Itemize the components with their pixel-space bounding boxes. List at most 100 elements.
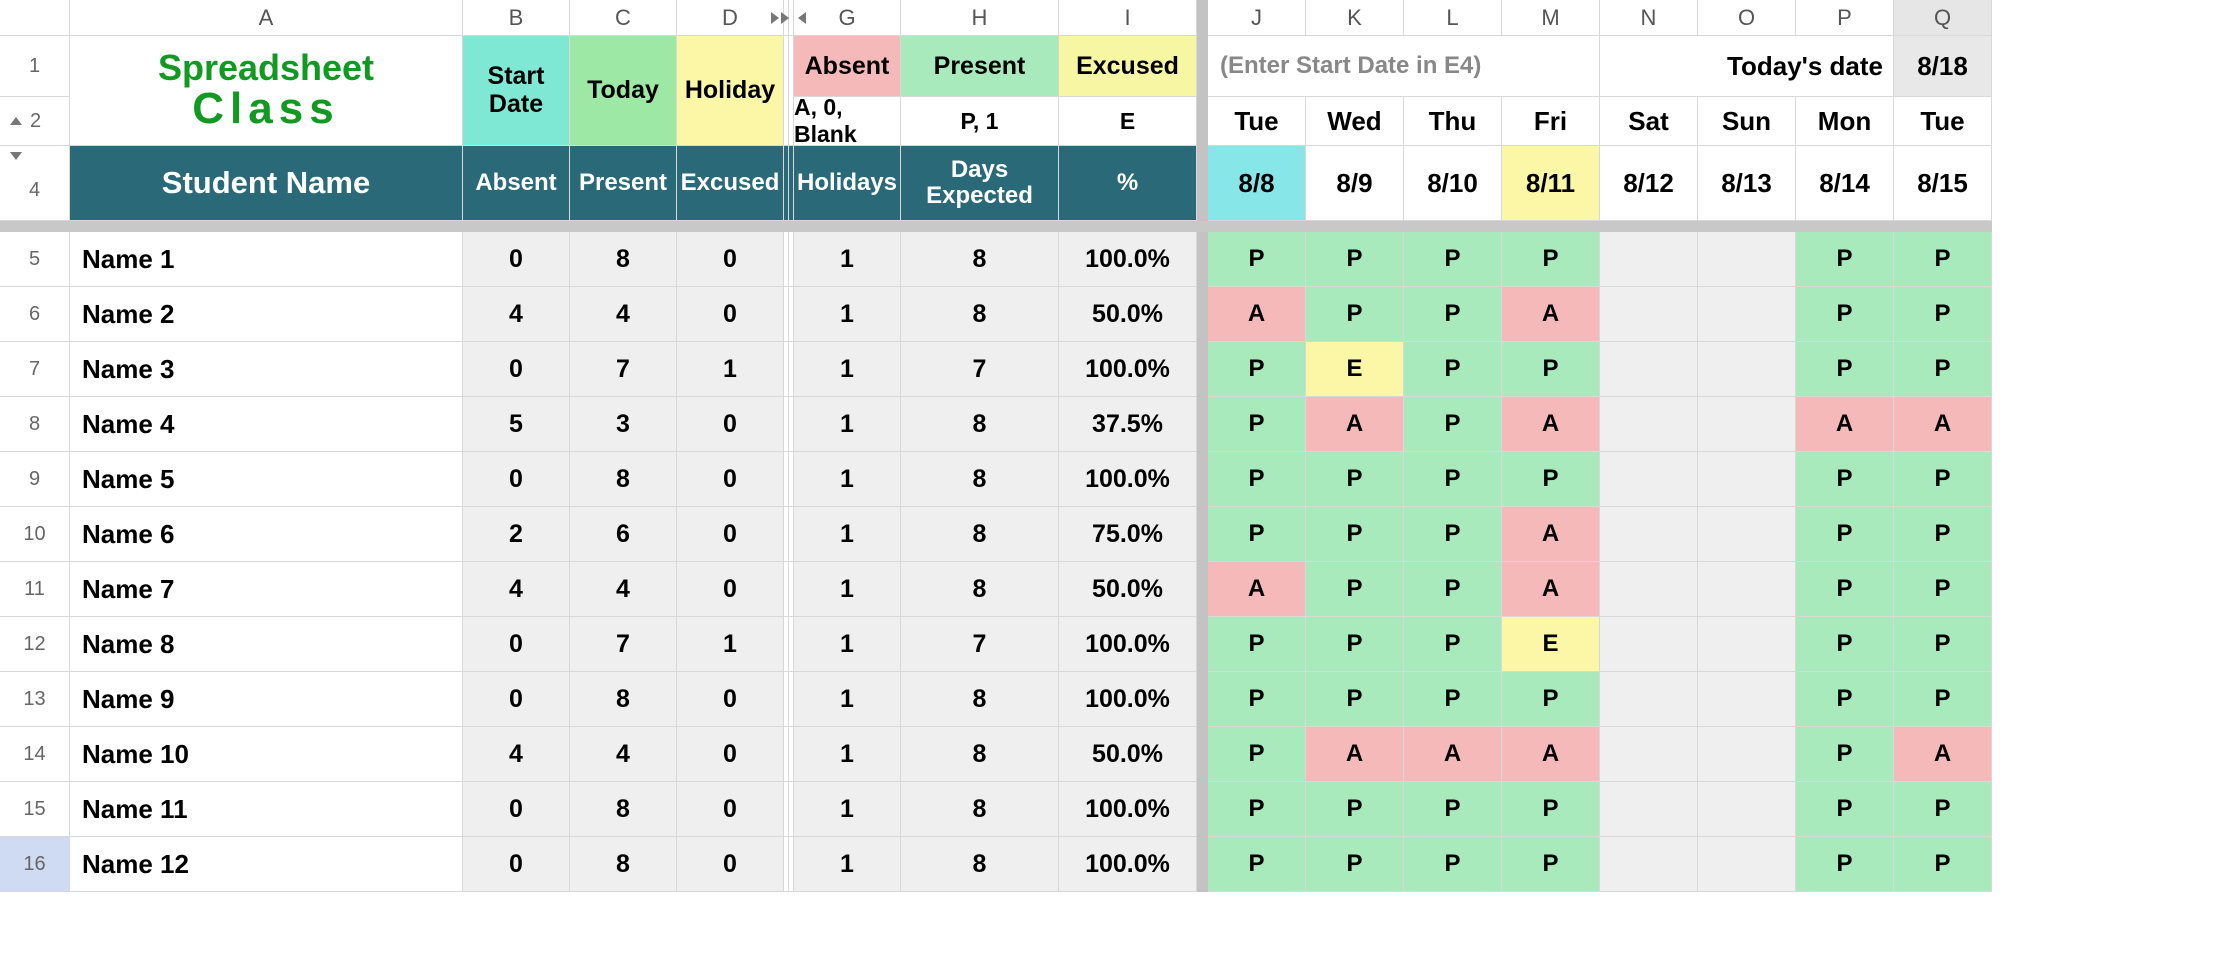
summary-value[interactable]: 100.0%: [1059, 837, 1197, 892]
summary-value[interactable]: 2: [463, 507, 570, 562]
col-header-I[interactable]: I: [1059, 0, 1197, 36]
row-header-7[interactable]: 7: [0, 342, 70, 397]
row-header-11[interactable]: 11: [0, 562, 70, 617]
attendance-cell[interactable]: P: [1894, 232, 1992, 287]
summary-value[interactable]: 1: [794, 672, 901, 727]
row-header-9[interactable]: 9: [0, 452, 70, 507]
summary-value[interactable]: 50.0%: [1059, 562, 1197, 617]
summary-value[interactable]: 1: [794, 507, 901, 562]
attendance-cell[interactable]: A: [1894, 397, 1992, 452]
col-header-J[interactable]: J: [1208, 0, 1306, 36]
row-header-8[interactable]: 8: [0, 397, 70, 452]
attendance-cell[interactable]: P: [1208, 232, 1306, 287]
attendance-cell[interactable]: [1698, 672, 1796, 727]
attendance-cell[interactable]: A: [1502, 562, 1600, 617]
attendance-cell[interactable]: P: [1796, 342, 1894, 397]
col-header-N[interactable]: N: [1600, 0, 1698, 36]
attendance-cell[interactable]: P: [1502, 452, 1600, 507]
attendance-cell[interactable]: P: [1306, 617, 1404, 672]
attendance-cell[interactable]: P: [1404, 562, 1502, 617]
row-header-6[interactable]: 6: [0, 287, 70, 342]
summary-value[interactable]: 4: [463, 562, 570, 617]
summary-value[interactable]: 0: [677, 397, 784, 452]
summary-value[interactable]: 7: [570, 617, 677, 672]
summary-value[interactable]: 0: [677, 562, 784, 617]
summary-value[interactable]: 75.0%: [1059, 507, 1197, 562]
summary-value[interactable]: 1: [794, 562, 901, 617]
attendance-cell[interactable]: P: [1208, 727, 1306, 782]
student-name[interactable]: Name 6: [70, 507, 463, 562]
attendance-cell[interactable]: [1698, 562, 1796, 617]
student-name[interactable]: Name 1: [70, 232, 463, 287]
summary-value[interactable]: 100.0%: [1059, 342, 1197, 397]
summary-value[interactable]: 8: [570, 452, 677, 507]
attendance-cell[interactable]: [1698, 232, 1796, 287]
attendance-cell[interactable]: P: [1894, 287, 1992, 342]
summary-value[interactable]: 0: [463, 342, 570, 397]
attendance-cell[interactable]: [1600, 562, 1698, 617]
attendance-cell[interactable]: P: [1404, 507, 1502, 562]
attendance-cell[interactable]: A: [1502, 397, 1600, 452]
row-header-collapse[interactable]: 4: [0, 146, 70, 221]
col-header-G[interactable]: G: [794, 0, 901, 36]
row-header-12[interactable]: 12: [0, 617, 70, 672]
col-header-P[interactable]: P: [1796, 0, 1894, 36]
summary-value[interactable]: 1: [794, 782, 901, 837]
row-header-2[interactable]: 2: [0, 97, 70, 146]
attendance-cell[interactable]: P: [1502, 837, 1600, 892]
summary-value[interactable]: 1: [677, 342, 784, 397]
attendance-cell[interactable]: P: [1796, 617, 1894, 672]
summary-value[interactable]: 8: [901, 452, 1059, 507]
student-name[interactable]: Name 4: [70, 397, 463, 452]
attendance-cell[interactable]: P: [1404, 452, 1502, 507]
attendance-cell[interactable]: P: [1208, 397, 1306, 452]
student-name[interactable]: Name 2: [70, 287, 463, 342]
attendance-cell[interactable]: P: [1894, 837, 1992, 892]
summary-value[interactable]: 7: [901, 617, 1059, 672]
attendance-cell[interactable]: P: [1208, 507, 1306, 562]
attendance-cell[interactable]: P: [1404, 232, 1502, 287]
attendance-cell[interactable]: A: [1502, 507, 1600, 562]
attendance-cell[interactable]: P: [1796, 672, 1894, 727]
attendance-cell[interactable]: P: [1208, 452, 1306, 507]
attendance-cell[interactable]: A: [1502, 287, 1600, 342]
attendance-cell[interactable]: [1600, 837, 1698, 892]
summary-value[interactable]: 6: [570, 507, 677, 562]
summary-value[interactable]: 8: [901, 782, 1059, 837]
attendance-cell[interactable]: P: [1306, 782, 1404, 837]
col-header-K[interactable]: K: [1306, 0, 1404, 36]
summary-value[interactable]: 0: [463, 672, 570, 727]
col-header-L[interactable]: L: [1404, 0, 1502, 36]
col-header-Q[interactable]: Q: [1894, 0, 1992, 36]
summary-value[interactable]: 100.0%: [1059, 617, 1197, 672]
row-header-16[interactable]: 16: [0, 837, 70, 892]
attendance-cell[interactable]: P: [1796, 782, 1894, 837]
attendance-cell[interactable]: [1698, 782, 1796, 837]
attendance-cell[interactable]: P: [1894, 452, 1992, 507]
attendance-cell[interactable]: P: [1502, 342, 1600, 397]
summary-value[interactable]: 100.0%: [1059, 782, 1197, 837]
attendance-cell[interactable]: [1600, 672, 1698, 727]
summary-value[interactable]: 8: [901, 727, 1059, 782]
attendance-cell[interactable]: P: [1894, 782, 1992, 837]
attendance-cell[interactable]: [1600, 397, 1698, 452]
summary-value[interactable]: 8: [901, 232, 1059, 287]
attendance-cell[interactable]: P: [1796, 507, 1894, 562]
summary-value[interactable]: 1: [794, 452, 901, 507]
summary-value[interactable]: 0: [677, 672, 784, 727]
summary-value[interactable]: 100.0%: [1059, 232, 1197, 287]
attendance-cell[interactable]: P: [1502, 782, 1600, 837]
summary-value[interactable]: 8: [570, 782, 677, 837]
attendance-cell[interactable]: A: [1306, 397, 1404, 452]
summary-value[interactable]: 100.0%: [1059, 452, 1197, 507]
student-name[interactable]: Name 3: [70, 342, 463, 397]
row-header-5[interactable]: 5: [0, 232, 70, 287]
attendance-cell[interactable]: A: [1796, 397, 1894, 452]
summary-value[interactable]: 8: [570, 837, 677, 892]
attendance-cell[interactable]: P: [1208, 672, 1306, 727]
attendance-cell[interactable]: [1698, 617, 1796, 672]
attendance-cell[interactable]: P: [1894, 672, 1992, 727]
summary-value[interactable]: 8: [570, 232, 677, 287]
summary-value[interactable]: 0: [677, 727, 784, 782]
attendance-cell[interactable]: E: [1306, 342, 1404, 397]
